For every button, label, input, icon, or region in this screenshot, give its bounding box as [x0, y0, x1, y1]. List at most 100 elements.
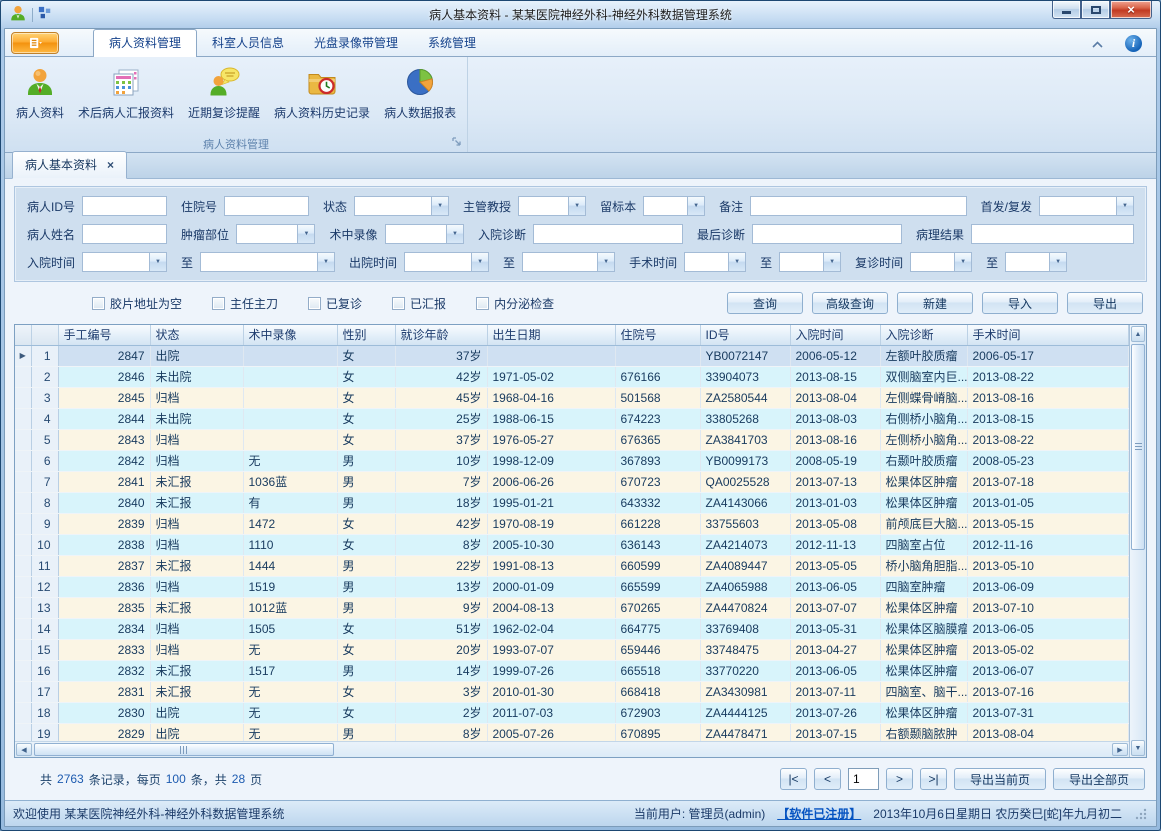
cell[interactable]: 左额叶胶质瘤 [880, 345, 967, 366]
ribbon-button-5[interactable]: 病人数据报表 [377, 61, 463, 125]
cell[interactable]: YB0072147 [700, 345, 790, 366]
cell[interactable]: 2013-07-10 [967, 597, 1129, 618]
cell[interactable]: 9岁 [395, 597, 487, 618]
discharge-date-from-combo[interactable]: ▼ [404, 252, 489, 272]
row-number-cell[interactable]: 18 [31, 702, 58, 723]
cell[interactable]: 归档 [150, 576, 243, 597]
cell[interactable]: 女 [337, 408, 395, 429]
cell[interactable]: 2013-08-16 [967, 387, 1129, 408]
cell[interactable]: 2840 [58, 492, 150, 513]
app-icon[interactable] [9, 4, 27, 25]
table-row[interactable]: 82840未汇报有男18岁1995-01-21643332ZA414306620… [15, 492, 1129, 513]
row-number-cell[interactable]: 3 [31, 387, 58, 408]
cell[interactable]: 无 [243, 723, 337, 741]
row-indicator-cell[interactable] [15, 492, 31, 513]
layout-icon[interactable] [38, 6, 52, 23]
cell[interactable]: 女 [337, 534, 395, 555]
cell[interactable]: 1110 [243, 534, 337, 555]
resize-grip-icon[interactable] [1134, 807, 1148, 821]
cell[interactable] [615, 345, 700, 366]
cell[interactable]: 37岁 [395, 429, 487, 450]
cell[interactable]: 33770220 [700, 660, 790, 681]
row-number-cell[interactable]: 14 [31, 618, 58, 639]
cell[interactable]: 660599 [615, 555, 700, 576]
table-row[interactable]: 52843归档女37岁1976-05-27676365ZA38417032013… [15, 429, 1129, 450]
row-indicator-cell[interactable] [15, 450, 31, 471]
cell[interactable]: 22岁 [395, 555, 487, 576]
cell[interactable]: 1976-05-27 [487, 429, 615, 450]
cell[interactable]: 松果体区脑膜瘤 [880, 618, 967, 639]
cell[interactable]: 670895 [615, 723, 700, 741]
first-page-button[interactable]: |< [780, 768, 807, 790]
cell[interactable]: 1988-06-15 [487, 408, 615, 429]
cell[interactable]: 桥小脑角胆脂... [880, 555, 967, 576]
row-indicator-cell[interactable] [15, 639, 31, 660]
cell[interactable]: 2008-05-19 [790, 450, 880, 471]
cell[interactable]: 2843 [58, 429, 150, 450]
cell[interactable]: ZA4478471 [700, 723, 790, 741]
row-indicator-cell[interactable] [15, 702, 31, 723]
cell[interactable]: 2836 [58, 576, 150, 597]
cell[interactable]: 2013-07-26 [790, 702, 880, 723]
cell[interactable]: 2013-07-16 [967, 681, 1129, 702]
next-page-button[interactable]: > [886, 768, 913, 790]
cell[interactable]: 2006-05-12 [790, 345, 880, 366]
cell[interactable]: ZA4470824 [700, 597, 790, 618]
endocrine-exam-checkbox[interactable]: 内分泌检查 [476, 295, 554, 312]
tab-close-icon[interactable]: × [107, 160, 114, 170]
cell[interactable]: 男 [337, 492, 395, 513]
export-button[interactable]: 导出 [1067, 292, 1143, 314]
chevron-down-icon[interactable]: ▼ [297, 225, 314, 243]
cell[interactable]: 未汇报 [150, 597, 243, 618]
status-combo[interactable]: ▼ [354, 196, 449, 216]
cell[interactable]: 归档 [150, 387, 243, 408]
cell[interactable]: 出院 [150, 723, 243, 741]
cell[interactable]: 664775 [615, 618, 700, 639]
cell[interactable]: 男 [337, 471, 395, 492]
cell[interactable]: 1472 [243, 513, 337, 534]
cell[interactable]: 男 [337, 660, 395, 681]
cell[interactable]: 男 [337, 555, 395, 576]
final-diagnosis-input[interactable] [752, 224, 902, 244]
table-row[interactable]: 102838归档1110女8岁2005-10-30636143ZA4214073… [15, 534, 1129, 555]
cell[interactable]: 1970-08-19 [487, 513, 615, 534]
cell[interactable]: 2013-06-05 [967, 618, 1129, 639]
row-indicator-cell[interactable] [15, 429, 31, 450]
cell[interactable]: 8岁 [395, 534, 487, 555]
chevron-down-icon[interactable]: ▼ [149, 253, 166, 271]
chevron-down-icon[interactable]: ▼ [446, 225, 463, 243]
cell[interactable]: 2013-06-05 [790, 576, 880, 597]
cell[interactable]: 无 [243, 639, 337, 660]
cell[interactable]: 33904073 [700, 366, 790, 387]
table-row[interactable]: ▶12847出院女37岁YB00721472006-05-12左额叶胶质瘤200… [15, 345, 1129, 366]
column-header-7[interactable]: 住院号 [615, 325, 700, 345]
dialog-launcher-icon[interactable] [452, 137, 461, 149]
cell[interactable]: 2013-08-16 [790, 429, 880, 450]
vertical-scroll-thumb[interactable] [1131, 344, 1145, 550]
cell[interactable]: 2012-11-13 [790, 534, 880, 555]
cell[interactable]: 14岁 [395, 660, 487, 681]
cell[interactable] [243, 366, 337, 387]
cell[interactable]: 2010-01-30 [487, 681, 615, 702]
table-row[interactable]: 172831未汇报无女3岁2010-01-30668418ZA343098120… [15, 681, 1129, 702]
chevron-down-icon[interactable]: ▼ [728, 253, 745, 271]
table-row[interactable]: 152833归档无女20岁1993-07-0765944633748475201… [15, 639, 1129, 660]
chevron-down-icon[interactable]: ▼ [1049, 253, 1066, 271]
row-number-cell[interactable]: 5 [31, 429, 58, 450]
cell[interactable]: 2013-01-03 [790, 492, 880, 513]
cell[interactable]: 670265 [615, 597, 700, 618]
import-button[interactable]: 导入 [982, 292, 1058, 314]
cell[interactable]: 右颞叶胶质瘤 [880, 450, 967, 471]
admission-date-from-combo[interactable]: ▼ [82, 252, 167, 272]
cell[interactable]: 2012-11-16 [967, 534, 1129, 555]
cell[interactable]: 未汇报 [150, 681, 243, 702]
ribbon-tab-3[interactable]: 光盘录像带管理 [299, 30, 413, 56]
cell[interactable]: 42岁 [395, 366, 487, 387]
ribbon-button-1[interactable]: 病人资料 [9, 61, 71, 125]
document-tab-patient-basic-info[interactable]: 病人基本资料 × [12, 151, 127, 179]
cell[interactable]: 2013-05-02 [967, 639, 1129, 660]
scroll-left-icon[interactable]: ◀ [16, 743, 32, 756]
cell[interactable]: 2013-08-04 [790, 387, 880, 408]
cell[interactable]: 女 [337, 387, 395, 408]
cell[interactable]: 1505 [243, 618, 337, 639]
